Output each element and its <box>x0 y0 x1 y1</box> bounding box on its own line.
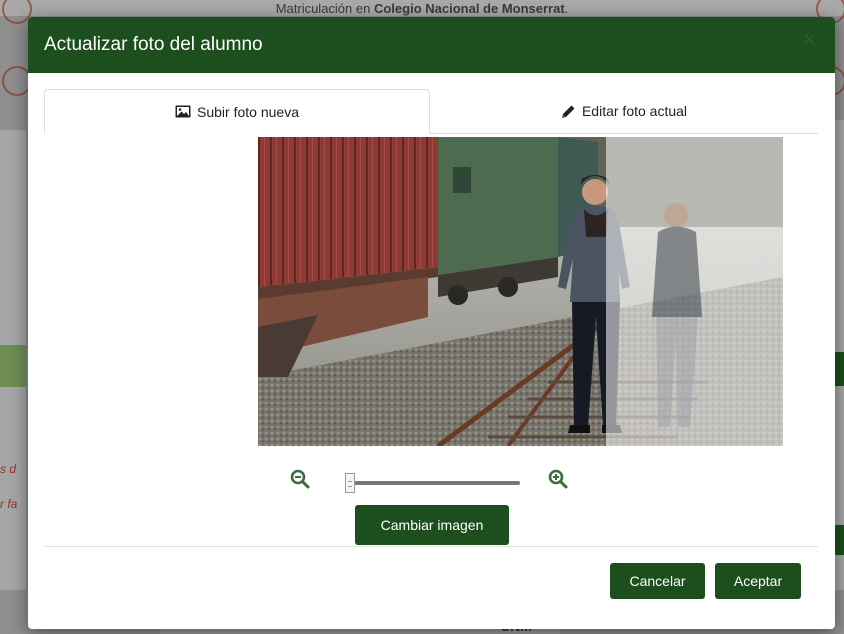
zoom-slider-track[interactable] <box>345 481 520 485</box>
cancel-button[interactable]: Cancelar <box>610 563 705 599</box>
background-green-block <box>834 352 844 386</box>
zoom-controls <box>290 467 570 497</box>
close-button[interactable]: × <box>797 29 821 51</box>
update-photo-modal: Actualizar foto del alumno × Subir foto … <box>28 17 835 629</box>
tab-label: Editar foto actual <box>581 103 688 119</box>
footer-divider <box>44 546 818 547</box>
pencil-icon <box>561 104 576 119</box>
student-photo <box>258 137 783 446</box>
image-icon <box>175 105 191 118</box>
zoom-out-icon[interactable] <box>290 469 310 489</box>
background-green-block <box>834 525 844 555</box>
accept-button[interactable]: Aceptar <box>715 563 801 599</box>
change-image-button[interactable]: Cambiar imagen <box>355 505 509 545</box>
zoom-slider-handle[interactable] <box>345 473 355 493</box>
zoom-in-icon[interactable] <box>548 469 568 489</box>
modal-title: Actualizar foto del alumno <box>44 34 263 55</box>
tab-label: Subir foto nueva <box>197 103 299 120</box>
photo-crop-area[interactable] <box>258 137 783 446</box>
tab-edit-current-photo[interactable]: Editar foto actual <box>430 89 818 133</box>
photo-tabs: Subir foto nueva Editar foto actual <box>44 89 818 134</box>
background-text: r fa <box>0 497 18 511</box>
modal-header: Actualizar foto del alumno × <box>28 17 835 73</box>
background-green-block <box>0 345 26 387</box>
tab-upload-new-photo[interactable]: Subir foto nueva <box>44 89 430 134</box>
background-text: s d <box>0 462 17 476</box>
background-title: Matriculación en Colegio Nacional de Mon… <box>275 1 569 16</box>
